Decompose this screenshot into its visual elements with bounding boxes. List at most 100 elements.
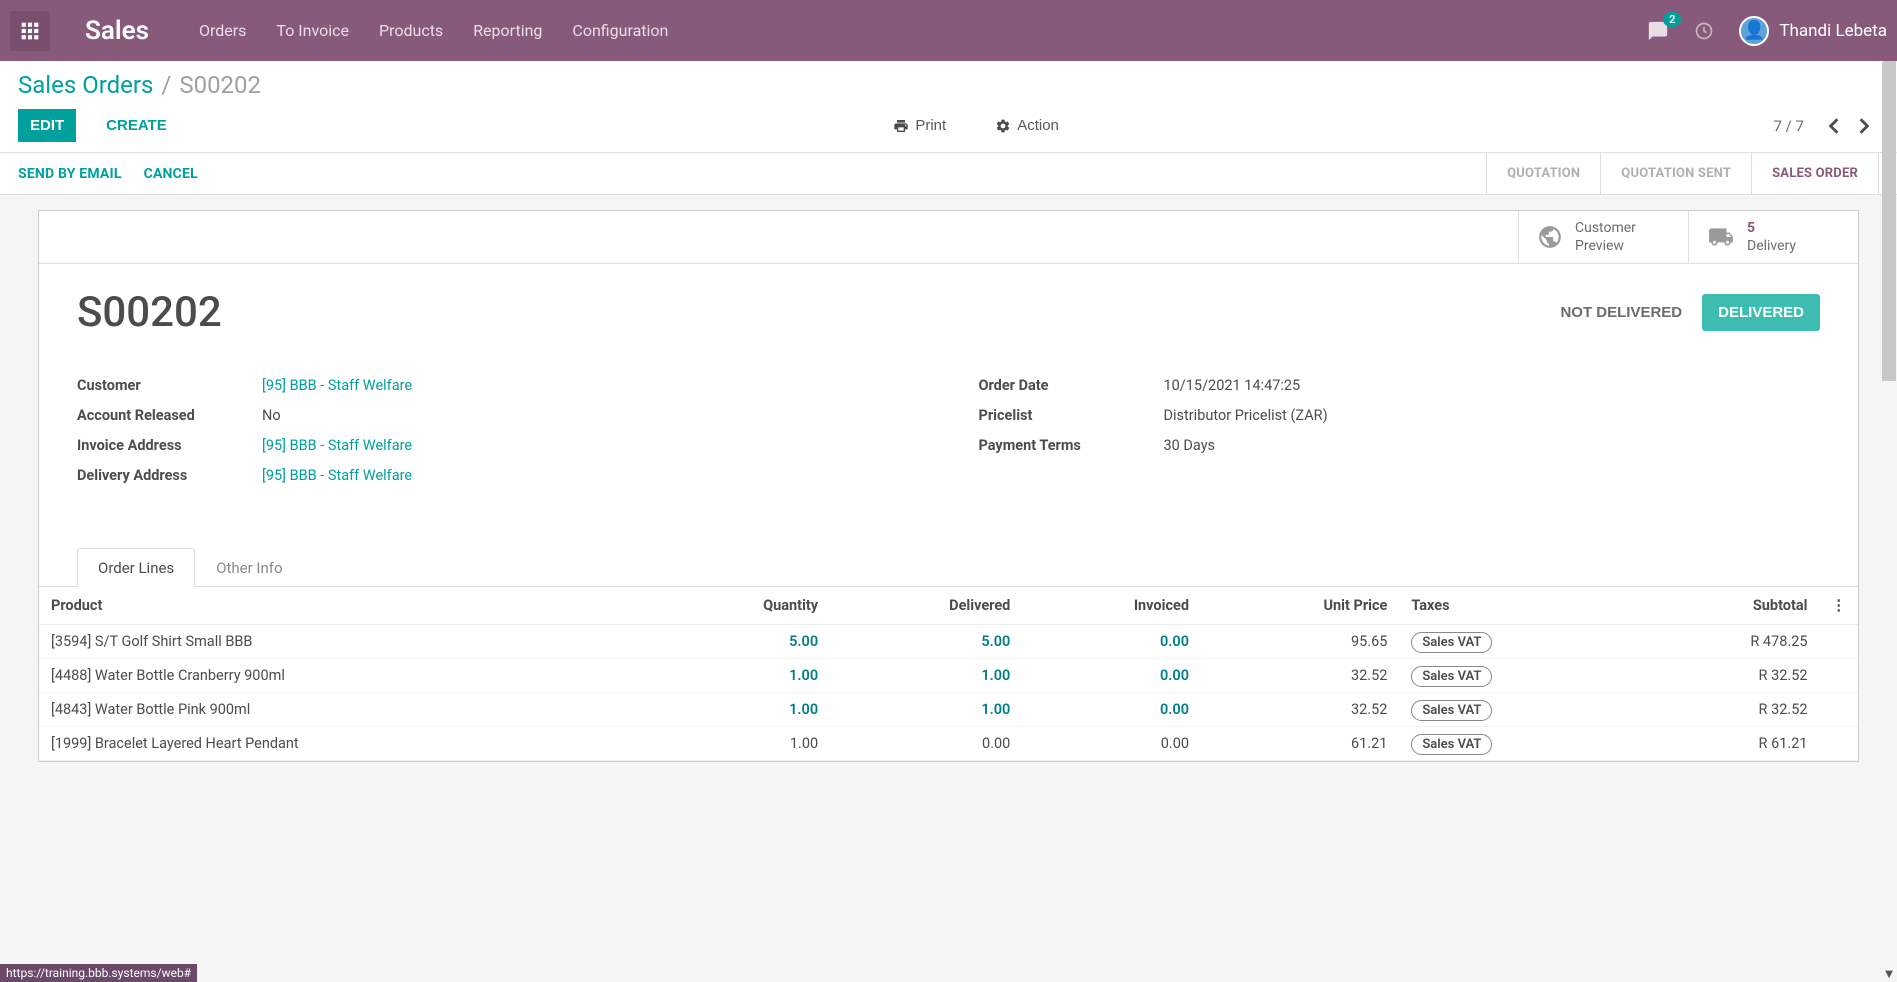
pager-next[interactable]	[1849, 111, 1879, 141]
cell-taxes: Sales VAT	[1399, 727, 1636, 761]
form-sheet: Customer Preview 5 Delivery S00202 NOT D…	[38, 210, 1859, 762]
form-fields: Customer [95] BBB - Staff Welfare Accoun…	[77, 377, 1820, 497]
value-delivery-address[interactable]: [95] BBB - Staff Welfare	[262, 467, 412, 484]
th-quantity: Quantity	[652, 587, 830, 625]
pager-prev[interactable]	[1819, 111, 1849, 141]
cell-delivered: 1.00	[830, 659, 1022, 693]
cell-unit-price: 32.52	[1201, 693, 1399, 727]
form-body: S00202 NOT DELIVERED DELIVERED Customer …	[39, 264, 1858, 517]
delivery-button[interactable]: 5 Delivery	[1688, 211, 1858, 263]
label-payment-terms: Payment Terms	[979, 437, 1164, 454]
nav-item-configuration[interactable]: Configuration	[572, 21, 668, 40]
status-step-sales-order[interactable]: SALES ORDER	[1751, 153, 1879, 194]
action-button[interactable]: Action	[983, 109, 1071, 142]
cell-unit-price: 32.52	[1201, 659, 1399, 693]
value-pricelist: Distributor Pricelist (ZAR)	[1164, 407, 1328, 424]
messaging-icon[interactable]: 2	[1647, 20, 1669, 42]
order-name: S00202	[77, 288, 222, 337]
cell-taxes: Sales VAT	[1399, 659, 1636, 693]
th-columns-toggle[interactable]: ⋮	[1820, 587, 1859, 625]
tax-badge: Sales VAT	[1411, 632, 1492, 653]
action-label: Action	[1017, 117, 1059, 134]
nav-item-orders[interactable]: Orders	[199, 21, 246, 40]
form-col-left: Customer [95] BBB - Staff Welfare Accoun…	[77, 377, 919, 497]
app-brand[interactable]: Sales	[85, 16, 149, 46]
scroll-down-arrow[interactable]: ▼	[1881, 966, 1897, 982]
edit-button[interactable]: EDIT	[18, 109, 76, 142]
user-menu[interactable]: 👤 Thandi Lebeta	[1739, 16, 1887, 46]
tab-order-lines[interactable]: Order Lines	[77, 548, 195, 587]
nav-item-products[interactable]: Products	[379, 21, 443, 40]
cell-unit-price: 95.65	[1201, 625, 1399, 659]
tab-other-info[interactable]: Other Info	[195, 548, 303, 587]
top-navbar: Sales Orders To Invoice Products Reporti…	[0, 0, 1897, 61]
delivered-button[interactable]: DELIVERED	[1702, 294, 1820, 331]
create-button[interactable]: CREATE	[94, 109, 179, 142]
status-actions: SEND BY EMAIL CANCEL	[18, 166, 198, 182]
label-customer: Customer	[77, 377, 262, 394]
activities-icon[interactable]	[1694, 21, 1714, 41]
table-row[interactable]: [4488] Water Bottle Cranberry 900ml1.001…	[39, 659, 1858, 693]
cancel-button[interactable]: CANCEL	[144, 166, 198, 182]
table-row[interactable]: [1999] Bracelet Layered Heart Pendant1.0…	[39, 727, 1858, 761]
cell-quantity: 1.00	[652, 659, 830, 693]
cp-center: Print Action	[881, 109, 1071, 142]
main-content: Customer Preview 5 Delivery S00202 NOT D…	[0, 195, 1897, 762]
th-taxes: Taxes	[1399, 587, 1636, 625]
chevron-left-icon	[1828, 117, 1840, 135]
print-icon	[893, 118, 909, 134]
customer-preview-button[interactable]: Customer Preview	[1518, 211, 1688, 263]
user-name: Thandi Lebeta	[1779, 21, 1887, 41]
control-panel-row: EDIT CREATE Print Action 7 / 7	[18, 109, 1879, 142]
label-account-released: Account Released	[77, 407, 262, 424]
cell-quantity: 1.00	[652, 693, 830, 727]
globe-icon	[1537, 224, 1563, 250]
th-product: Product	[39, 587, 652, 625]
form-col-right: Order Date 10/15/2021 14:47:25 Pricelist…	[979, 377, 1821, 497]
table-row[interactable]: [4843] Water Bottle Pink 900ml1.001.000.…	[39, 693, 1858, 727]
tax-badge: Sales VAT	[1411, 734, 1492, 755]
nav-item-to-invoice[interactable]: To Invoice	[276, 21, 349, 40]
status-step-quotation-sent[interactable]: QUOTATION SENT	[1600, 153, 1751, 194]
cell-subtotal: R 32.52	[1636, 659, 1819, 693]
cell-invoiced: 0.00	[1022, 727, 1201, 761]
breadcrumb: Sales Orders / S00202	[18, 71, 1879, 99]
cell-delivered: 5.00	[830, 625, 1022, 659]
value-invoice-address[interactable]: [95] BBB - Staff Welfare	[262, 437, 412, 454]
print-button[interactable]: Print	[881, 109, 958, 142]
cell-delivered: 0.00	[830, 727, 1022, 761]
label-delivery-address: Delivery Address	[77, 467, 262, 484]
nav-item-reporting[interactable]: Reporting	[473, 21, 542, 40]
form-title-row: S00202 NOT DELIVERED DELIVERED	[77, 288, 1820, 337]
value-payment-terms: 30 Days	[1164, 437, 1216, 454]
nav-menu: Orders To Invoice Products Reporting Con…	[199, 21, 668, 40]
th-invoiced: Invoiced	[1022, 587, 1201, 625]
send-by-email-button[interactable]: SEND BY EMAIL	[18, 166, 122, 182]
chevron-right-icon	[1858, 117, 1870, 135]
status-step-quotation[interactable]: QUOTATION	[1486, 153, 1600, 194]
label-pricelist: Pricelist	[979, 407, 1164, 424]
truck-icon	[1707, 224, 1735, 250]
cp-left: EDIT CREATE	[18, 109, 179, 142]
customer-preview-label2: Preview	[1575, 237, 1636, 255]
value-customer[interactable]: [95] BBB - Staff Welfare	[262, 377, 412, 394]
apps-menu-icon[interactable]	[10, 11, 50, 51]
tax-badge: Sales VAT	[1411, 700, 1492, 721]
not-delivered-button[interactable]: NOT DELIVERED	[1544, 294, 1698, 331]
scrollbar[interactable]	[1882, 61, 1896, 381]
delivery-count: 5	[1747, 219, 1796, 237]
pager-text[interactable]: 7 / 7	[1774, 117, 1805, 135]
breadcrumb-separator: /	[161, 71, 171, 99]
footer-url: https://training.bbb.systems/web#	[0, 964, 197, 982]
gear-icon	[995, 118, 1011, 134]
status-steps: QUOTATION QUOTATION SENT SALES ORDER	[1486, 153, 1879, 194]
avatar: 👤	[1739, 16, 1769, 46]
pager-arrows	[1819, 111, 1879, 141]
customer-preview-label1: Customer	[1575, 219, 1636, 237]
cell-product: [1999] Bracelet Layered Heart Pendant	[39, 727, 652, 761]
table-row[interactable]: [3594] S/T Golf Shirt Small BBB5.005.000…	[39, 625, 1858, 659]
breadcrumb-parent[interactable]: Sales Orders	[18, 71, 153, 99]
breadcrumb-current: S00202	[179, 71, 261, 99]
order-lines-table: Product Quantity Delivered Invoiced Unit…	[39, 587, 1858, 761]
th-subtotal: Subtotal	[1636, 587, 1819, 625]
